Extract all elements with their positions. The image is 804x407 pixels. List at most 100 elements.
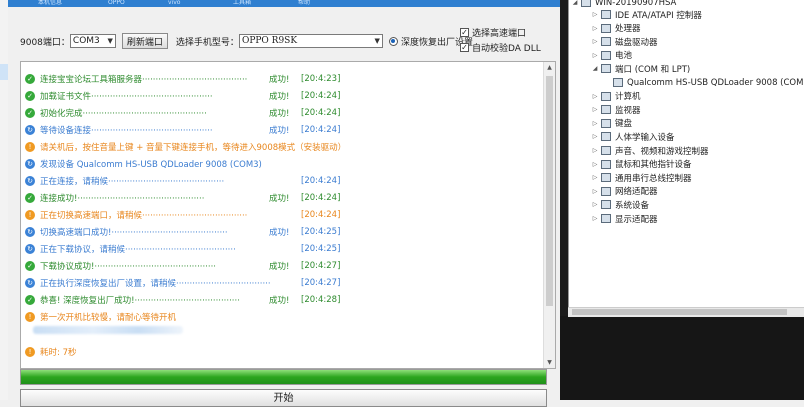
log-time: [20:4:25] [301,243,341,254]
scroll-up-icon[interactable]: ▲ [544,62,555,73]
model-select[interactable]: OPPO R9SK ▼ [238,34,383,48]
scroll-down-icon[interactable]: ▼ [544,357,555,368]
scroll-thumb[interactable] [546,76,553,306]
expand-arrow-icon[interactable]: ▷ [591,174,599,181]
expand-arrow-icon[interactable]: ▷ [591,25,599,32]
refresh-port-button[interactable]: 刷新端口 [121,33,168,49]
log-text: 正在执行深度恢复出厂设置，请稍候························… [40,278,271,289]
tab-2[interactable]: vivo [168,0,180,6]
device-icon [601,37,611,47]
log-text: 发现设备 Qualcomm HS-USB QDLoader 9008 (COM3… [40,159,262,170]
computer-icon [581,0,591,7]
expand-arrow-icon[interactable]: ▷ [591,120,599,127]
tree-root-label: WIN-20190907HSA [595,0,677,8]
log-status: 成功! [269,91,290,102]
expand-arrow-icon[interactable]: ▷ [591,133,599,140]
log-row: ! 正在切换高速端口，请稍候···························… [25,208,247,221]
expand-arrow-icon[interactable]: ▷ [591,11,599,18]
tree-item[interactable]: ▷ 系统设备 [591,198,649,211]
tree-item[interactable]: ▷ 磁盘驱动器 [591,35,658,48]
port-select[interactable]: COM3 ▼ [69,34,116,48]
device-icon [601,173,611,183]
tree-item-label: 处理器 [615,24,641,35]
expand-arrow-icon[interactable]: ▷ [591,147,599,154]
log-status: 成功! [269,261,290,272]
expand-arrow-icon[interactable]: ◢ [591,65,599,72]
tree-item-label: IDE ATA/ATAPI 控制器 [615,10,702,21]
expand-arrow-icon[interactable]: ▷ [591,201,599,208]
log-time: [20:4:28] [301,294,341,305]
expand-arrow-icon[interactable]: ▷ [591,161,599,168]
log-text: 请关机后，按住音量上键 + 音量下键连接手机，等待进入9008模式（安装驱动） [40,142,347,153]
tree-item[interactable]: ▷ 键盘 [591,117,632,130]
device-icon [601,146,611,155]
device-icon [601,118,611,128]
device-icon [601,186,611,196]
tree-item[interactable]: ▷ 处理器 [591,22,641,35]
log-text: 连接成功!···································… [40,193,205,204]
log-time: [20:4:24] [301,209,341,220]
tree-item[interactable]: ▷ 监视器 [591,103,641,116]
tree-item[interactable]: ▷ 计算机 [591,90,641,103]
log-text: 正在连接，请稍候································… [40,176,225,187]
tree-item[interactable]: ▷ 鼠标和其他指针设备 [591,158,692,171]
chevron-down-icon: ▼ [374,37,380,45]
refresh-circle-icon: ↻ [25,158,35,169]
high-speed-checkbox[interactable]: ✓ [460,28,469,37]
expand-arrow-icon[interactable]: ▷ [591,106,599,113]
tab-1[interactable]: OPPO [108,0,125,6]
log-text: 耗时: 7秒 [40,347,77,358]
log-text: 加载证书文件··································… [40,91,213,102]
log-time: [20:4:24] [301,124,341,135]
expand-arrow-icon[interactable]: ▷ [591,52,599,59]
tree-item[interactable]: ▷ 网络适配器 [591,185,658,198]
log-row: ✓ 连接宝宝论坛工具箱服务器···························… [25,72,247,85]
tree-item[interactable]: ▷ 通用串行总线控制器 [591,171,692,184]
log-row: ✓ 连接成功!··································… [25,191,204,204]
model-value: OPPO R9SK [241,36,298,46]
log-text: 切换高速端口成功!·······························… [40,227,228,238]
collapse-icon[interactable]: ◢ [571,0,579,6]
tree-item-label: Qualcomm HS-USB QDLoader 9008 (COM3) [627,77,804,88]
tree-item[interactable]: ▷ 声音、视频和游戏控制器 [591,144,709,157]
factory-reset-radio[interactable] [388,36,398,46]
device-icon [601,50,611,60]
log-time: [20:4:24] [301,175,341,186]
tree-item[interactable]: ▷ IDE ATA/ATAPI 控制器 [591,8,702,21]
start-button[interactable]: 开始 [20,389,547,407]
tab-4[interactable]: 帮助 [298,0,310,6]
device-icon [601,23,611,33]
log-scrollbar[interactable]: ▲ ▼ [543,62,555,368]
log-text: 等待设备连接··································… [40,125,213,136]
tab-3[interactable]: 工具箱 [233,0,251,6]
tree-item-label: 声音、视频和游戏控制器 [615,146,709,157]
device-icon [601,214,611,223]
auto-verify-checkbox[interactable]: ✓ [460,43,469,52]
warning-circle-icon: ! [25,311,35,322]
high-speed-label: 选择高速端口 [472,29,527,39]
tab-0[interactable]: 本机信息 [38,0,62,6]
expand-arrow-icon[interactable]: ▷ [591,93,599,100]
redacted-line [33,326,183,334]
check-circle-icon: ✓ [25,294,35,305]
device-icon [601,132,611,142]
check-circle-icon: ✓ [25,192,35,203]
tree-item[interactable]: ▷ 电池 [591,49,632,62]
expand-arrow-icon[interactable]: ▷ [591,215,599,222]
tree-item[interactable]: ▷ 人体学输入设备 [591,130,675,143]
device-icon [601,105,611,115]
log-row: ↻ 正在连接，请稍候·······························… [25,174,224,187]
tree-item[interactable]: ▷ 显示适配器 [591,212,658,225]
hscroll-thumb[interactable] [572,309,787,315]
tree-item[interactable]: Qualcomm HS-USB QDLoader 9008 (COM3) [603,76,804,89]
log-text: 正在下载协议，请稍候······························… [40,244,236,255]
log-row: ✓ 初始化完成··································… [25,106,207,119]
device-manager-hscroll[interactable] [568,307,804,317]
tree-item-label: 端口 (COM 和 LPT) [615,64,691,75]
log-row: ↻ 切换高速端口成功!······························… [25,225,228,238]
expand-arrow-icon[interactable]: ▷ [591,38,599,45]
tree-item-label: 通用串行总线控制器 [615,173,692,184]
tree-item[interactable]: ◢ 端口 (COM 和 LPT) [591,62,690,75]
expand-arrow-icon[interactable]: ▷ [591,188,599,195]
check-circle-icon: ✓ [25,90,35,101]
